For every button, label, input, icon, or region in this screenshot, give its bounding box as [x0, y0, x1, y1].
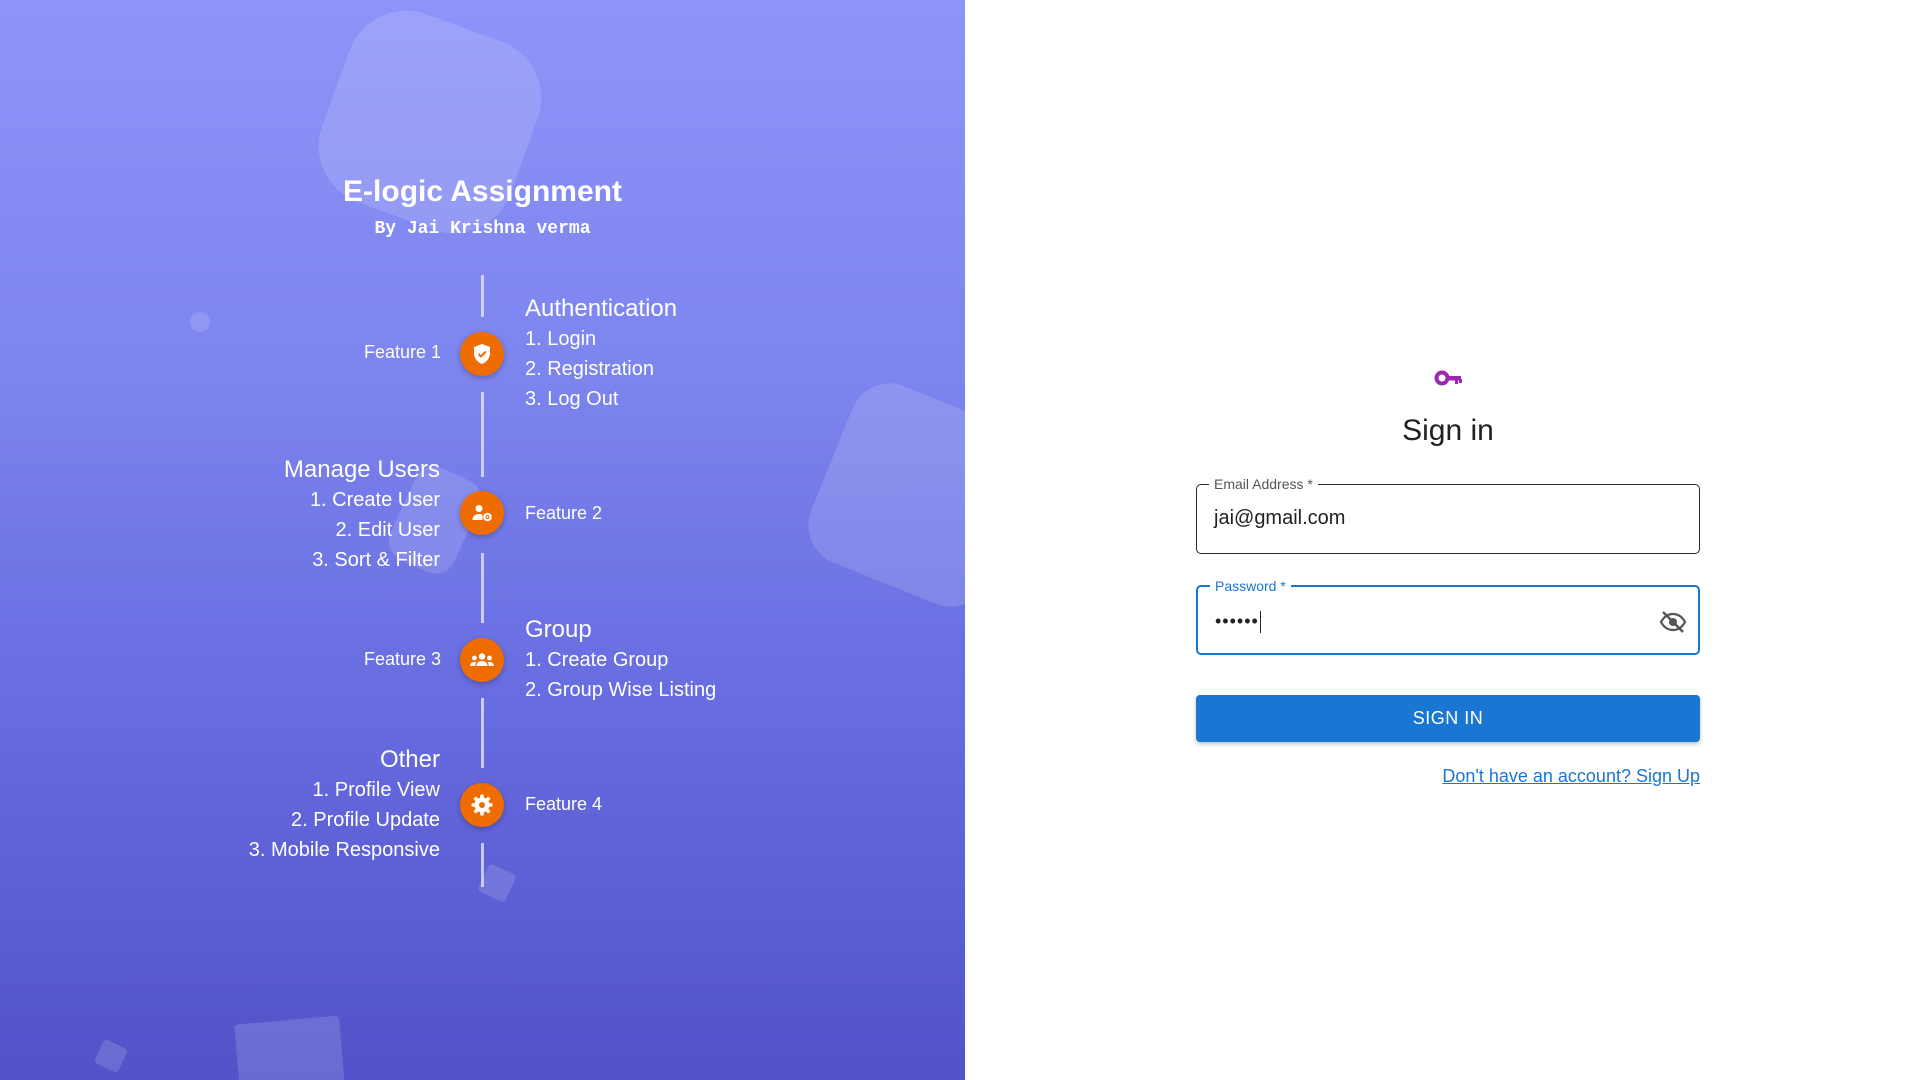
gear-icon [471, 794, 493, 816]
manage-user-icon [472, 505, 492, 522]
sign-up-link[interactable]: Don't have an account? Sign Up [1442, 766, 1700, 787]
app-subtitle: By Jai Krishna verma [374, 219, 591, 239]
email-input-value[interactable]: jai@gmail.com [1214, 507, 1345, 530]
feature-1-item: 2. Registration [525, 358, 654, 380]
email-label: Email Address * [1209, 475, 1318, 493]
timeline-connector [481, 553, 484, 623]
feature-1-heading: Authentication [525, 295, 678, 322]
feature-1-label: Feature 1 [363, 342, 441, 362]
decor-shape [190, 312, 210, 332]
feature-2-item: 2. Edit User [335, 519, 440, 541]
decor-shape [234, 1015, 345, 1080]
feature-3-item: 1. Create Group [525, 649, 669, 671]
decor-shape [796, 371, 965, 619]
feature-1-item: 3. Log Out [525, 388, 619, 410]
feature-4-item: 3. Mobile Responsive [248, 839, 440, 861]
text-caret [1259, 611, 1262, 634]
feature-4-dot [460, 783, 504, 827]
timeline-connector [481, 843, 484, 887]
password-masked-text: •••••• [1215, 611, 1259, 631]
feature-4-label: Feature 4 [525, 794, 603, 814]
feature-1-dot [460, 332, 504, 376]
feature-2-details: Manage Users 1. Create User 2. Edit User… [284, 455, 440, 575]
decor-shape [93, 1038, 129, 1074]
feature-4-heading: Other [379, 746, 440, 773]
decor-shape [301, 0, 559, 251]
email-field[interactable]: Email Address * jai@gmail.com [1196, 475, 1700, 554]
feature-1-item: 1. Login [525, 328, 597, 350]
app-title: E-logic Assignment [343, 175, 622, 208]
feature-3-dot [460, 638, 504, 682]
key-icon [1434, 367, 1464, 394]
feature-2-label: Feature 2 [525, 503, 603, 523]
signin-title: Sign in [1402, 414, 1494, 447]
feature-1-details: Authentication 1. Login 2. Registration … [525, 294, 677, 414]
feature-3-label: Feature 3 [363, 649, 441, 669]
feature-4-item: 1. Profile View [312, 779, 440, 801]
feature-panel: E-logic Assignment By Jai Krishna verma … [0, 0, 965, 1080]
password-input-value[interactable]: •••••• [1215, 611, 1262, 634]
sign-in-button[interactable]: SIGN IN [1196, 695, 1700, 742]
shield-check-icon [474, 344, 490, 364]
feature-3-item: 2. Group Wise Listing [525, 679, 717, 701]
timeline-connector [481, 698, 484, 768]
feature-2-heading: Manage Users [283, 456, 440, 483]
timeline-connector [481, 275, 484, 317]
feature-4-details: Other 1. Profile View 2. Profile Update … [249, 745, 440, 865]
feature-3-details: Group 1. Create Group 2. Group Wise List… [525, 615, 716, 705]
password-label: Password * [1210, 577, 1291, 595]
feature-4-item: 2. Profile Update [291, 809, 440, 831]
password-field[interactable]: Password * •••••• [1196, 577, 1700, 655]
feature-3-heading: Group [525, 616, 592, 643]
timeline-connector [481, 392, 484, 477]
feature-2-item: 1. Create User [309, 489, 440, 511]
feature-2-dot [460, 491, 504, 535]
visibility-off-icon[interactable] [1658, 607, 1688, 637]
group-icon [470, 653, 494, 666]
feature-2-item: 3. Sort & Filter [312, 549, 440, 571]
